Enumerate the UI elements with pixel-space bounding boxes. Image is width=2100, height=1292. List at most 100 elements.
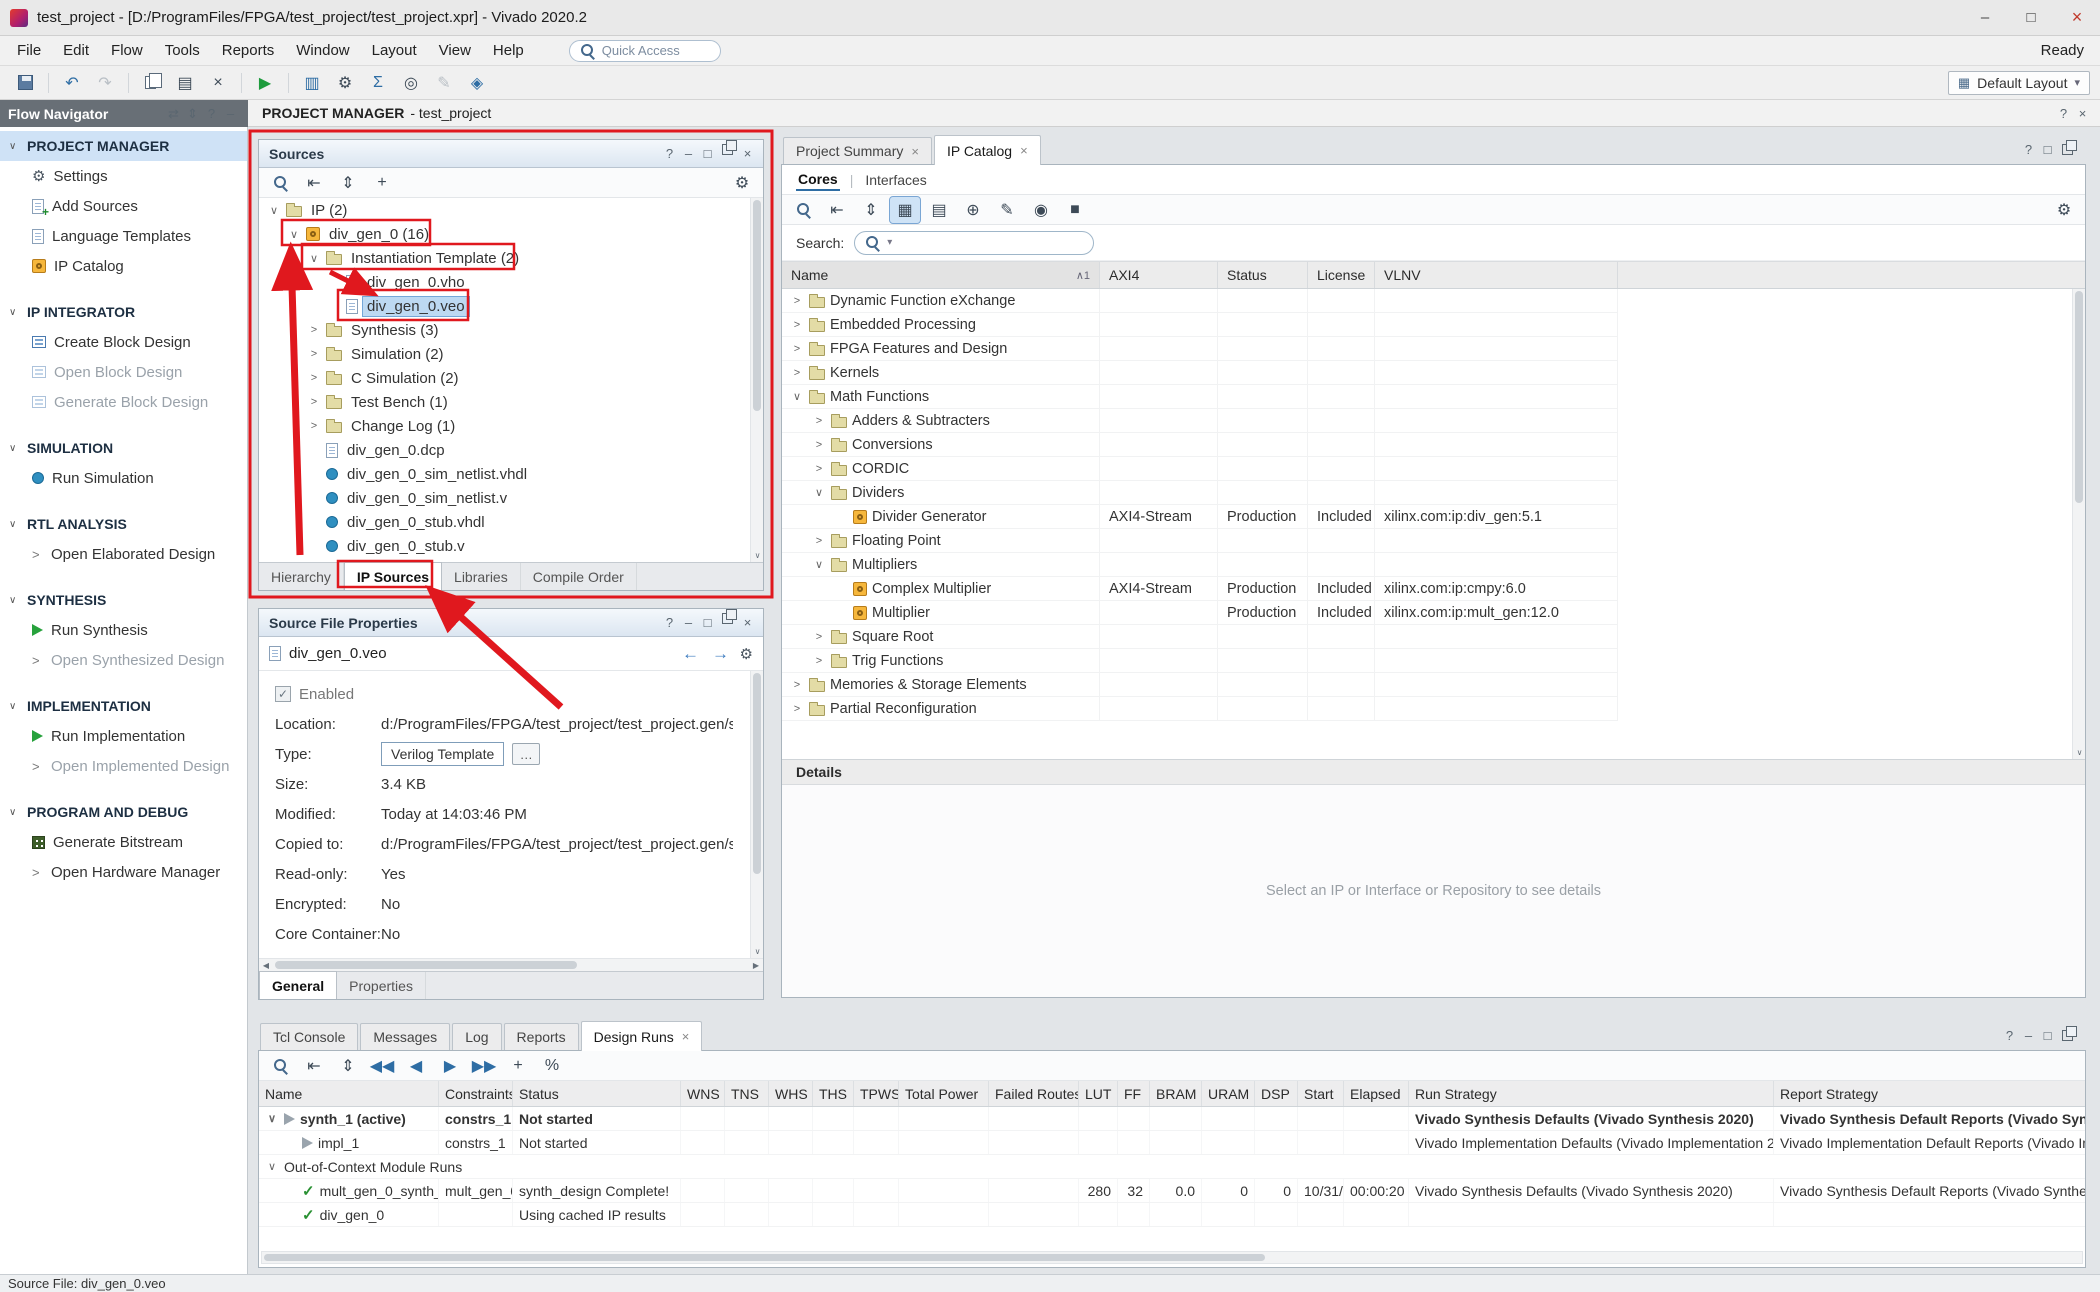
fn-item-create-block-design[interactable]: Create Block Design — [0, 327, 247, 357]
edit-ip-button[interactable]: ✎ — [992, 197, 1022, 223]
maximize-icon[interactable]: □ — [2038, 1026, 2057, 1045]
help-icon[interactable]: ? — [660, 613, 679, 632]
scroll-down-button[interactable]: ∨ — [751, 548, 763, 562]
runs-column-header-tpws[interactable]: TPWS — [854, 1081, 899, 1106]
runs-column-header-ff[interactable]: FF — [1118, 1081, 1150, 1106]
ipc-row-dynamic-function-exchange[interactable]: >Dynamic Function eXchange — [782, 289, 1618, 313]
resource-estimation-button[interactable]: % — [537, 1053, 567, 1079]
fn-section-program-and-debug[interactable]: ∨PROGRAM AND DEBUG — [0, 797, 247, 827]
bottom-tab-messages[interactable]: Messages — [360, 1023, 450, 1050]
menu-item-flow[interactable]: Flow — [100, 36, 154, 66]
caret-down-icon[interactable]: ∨ — [267, 204, 281, 217]
menu-item-tools[interactable]: Tools — [154, 36, 211, 66]
close-icon[interactable]: × — [2073, 104, 2092, 123]
caret-right-icon[interactable]: > — [790, 295, 804, 307]
delete-button[interactable]: × — [203, 70, 233, 96]
float-icon[interactable] — [722, 144, 733, 155]
tree-row-div-gen-0-sim-netlist-vhdl[interactable]: div_gen_0_sim_netlist.vhdl — [259, 462, 763, 486]
scroll-down-button[interactable]: ∨ — [2073, 745, 2085, 759]
redo-button[interactable]: ↷ — [90, 70, 120, 96]
menu-item-view[interactable]: View — [428, 36, 482, 66]
caret-right-icon[interactable]: > — [812, 535, 826, 547]
caret-right-icon[interactable]: > — [790, 703, 804, 715]
float-icon[interactable] — [2062, 1030, 2073, 1041]
tree-row-instantiation-template-2[interactable]: ∨Instantiation Template (2) — [259, 246, 763, 270]
runs-column-header-tns[interactable]: TNS — [725, 1081, 769, 1106]
type-dropdown[interactable]: Verilog Template — [381, 742, 504, 766]
tree-row-synthesis-3[interactable]: >Synthesis (3) — [259, 318, 763, 342]
caret-right-icon[interactable]: > — [812, 415, 826, 427]
help-icon[interactable]: ? — [2000, 1026, 2019, 1045]
horizontal-scrollbar[interactable] — [261, 1251, 2083, 1264]
fn-item-run-simulation[interactable]: Run Simulation — [0, 463, 247, 493]
edit-button[interactable]: ✎ — [429, 70, 459, 96]
settings-button[interactable]: ⚙ — [727, 170, 757, 196]
caret-right-icon[interactable]: > — [812, 439, 826, 451]
help-icon[interactable]: ? — [660, 144, 679, 163]
column-header-axi4[interactable]: AXI4 — [1100, 262, 1218, 288]
fn-item-open-hardware-manager[interactable]: >Open Hardware Manager — [0, 857, 247, 887]
group-by-category-button[interactable]: ▦ — [890, 197, 920, 223]
create-runs-button[interactable]: + — [503, 1053, 533, 1079]
sources-tab-hierarchy[interactable]: Hierarchy — [259, 563, 344, 590]
runs-column-header-dsp[interactable]: DSP — [1255, 1081, 1298, 1106]
tree-row-div-gen-0-stub-v[interactable]: div_gen_0_stub.v — [259, 534, 763, 558]
runs-column-header-name[interactable]: Name — [259, 1081, 439, 1106]
debug-button[interactable]: ◈ — [462, 70, 492, 96]
run-automation-button[interactable]: ◉ — [1026, 197, 1056, 223]
fn-item-open-synthesized-design[interactable]: >Open Synthesized Design — [0, 645, 247, 675]
tree-row-simulation-2[interactable]: >Simulation (2) — [259, 342, 763, 366]
ip-search-input[interactable]: ▾ — [854, 231, 1094, 255]
tree-row-div-gen-0-dcp[interactable]: div_gen_0.dcp — [259, 438, 763, 462]
runs-column-header-constraints[interactable]: Constraints — [439, 1081, 513, 1106]
caret-right-icon[interactable]: > — [307, 372, 321, 384]
bottom-tab-design-runs[interactable]: Design Runs× — [581, 1021, 703, 1051]
ipc-row-dividers[interactable]: ∨Dividers — [782, 481, 1618, 505]
step-back-button[interactable]: ◀ — [401, 1053, 431, 1079]
quick-access-search[interactable]: Quick Access — [569, 40, 721, 62]
subtab-interfaces[interactable]: Interfaces — [863, 170, 928, 190]
vertical-scrollbar[interactable]: ∨ — [750, 671, 763, 958]
minimize-button[interactable]: – — [1962, 0, 2008, 36]
caret-right-icon[interactable]: > — [307, 324, 321, 336]
caret-down-icon[interactable]: ∨ — [812, 486, 826, 499]
ipc-row-cordic[interactable]: >CORDIC — [782, 457, 1618, 481]
ipc-row-conversions[interactable]: >Conversions — [782, 433, 1618, 457]
runs-column-header-start[interactable]: Start — [1298, 1081, 1344, 1106]
caret-right-icon[interactable]: > — [812, 631, 826, 643]
sources-tab-compile-order[interactable]: Compile Order — [521, 563, 637, 590]
column-header-license[interactable]: License — [1308, 262, 1375, 288]
sources-tab-ip-sources[interactable]: IP Sources — [344, 562, 442, 590]
caret-down-icon[interactable]: ∨ — [812, 558, 826, 571]
collapse-all-button[interactable]: ⇤ — [299, 170, 329, 196]
runs-column-header-lut[interactable]: LUT — [1079, 1081, 1118, 1106]
bottom-tab-tcl-console[interactable]: Tcl Console — [260, 1023, 358, 1050]
ipc-row-trig-functions[interactable]: >Trig Functions — [782, 649, 1618, 673]
ipc-row-complex-multiplier[interactable]: Complex MultiplierAXI4-StreamProductionI… — [782, 577, 1618, 601]
sum-button[interactable]: Σ — [363, 70, 393, 96]
menu-item-file[interactable]: File — [6, 36, 52, 66]
caret-right-icon[interactable]: > — [307, 348, 321, 360]
scrollbar-thumb[interactable] — [753, 673, 761, 874]
runs-column-header-run-strategy[interactable]: Run Strategy — [1409, 1081, 1774, 1106]
runs-column-header-status[interactable]: Status — [513, 1081, 681, 1106]
fn-item-run-synthesis[interactable]: Run Synthesis — [0, 615, 247, 645]
document-tab-ip-catalog[interactable]: IP Catalog× — [934, 135, 1041, 165]
menu-item-reports[interactable]: Reports — [211, 36, 286, 66]
runs-column-header-bram[interactable]: BRAM — [1150, 1081, 1202, 1106]
vertical-scrollbar[interactable]: ∨ — [2072, 289, 2085, 759]
scrollbar-thumb[interactable] — [2075, 291, 2083, 503]
ipc-row-embedded-processing[interactable]: >Embedded Processing — [782, 313, 1618, 337]
fn-item-language-templates[interactable]: Language Templates — [0, 221, 247, 251]
ipc-row-divider-generator[interactable]: Divider GeneratorAXI4-StreamProductionIn… — [782, 505, 1618, 529]
fn-item-open-elaborated-design[interactable]: >Open Elaborated Design — [0, 539, 247, 569]
caret-right-icon[interactable]: > — [790, 679, 804, 691]
fn-item-settings[interactable]: ⚙Settings — [0, 161, 247, 191]
settings-button[interactable]: ⚙ — [330, 70, 360, 96]
runs-column-header-elapsed[interactable]: Elapsed — [1344, 1081, 1409, 1106]
document-tab-project-summary[interactable]: Project Summary× — [783, 137, 932, 164]
close-icon[interactable]: × — [738, 613, 757, 632]
maximize-icon[interactable]: □ — [698, 613, 717, 632]
ipc-row-memories-storage-elements[interactable]: >Memories & Storage Elements — [782, 673, 1618, 697]
tree-row-div-gen-0-16[interactable]: ∨div_gen_0 (16) — [259, 222, 763, 246]
